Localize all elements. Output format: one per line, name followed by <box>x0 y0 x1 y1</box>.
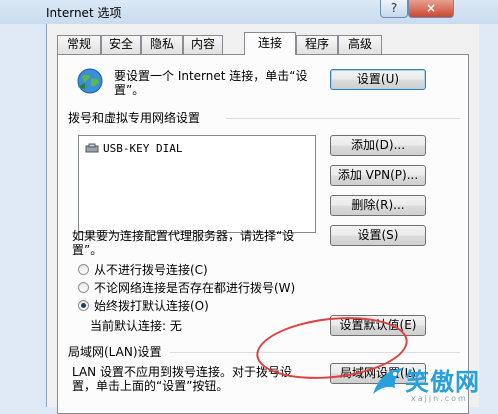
tab-security[interactable]: 安全 <box>101 35 141 54</box>
watermark-url: xajjn.com <box>411 394 468 403</box>
tab-privacy[interactable]: 隐私 <box>141 35 183 54</box>
list-item[interactable]: USB-KEY DIAL <box>85 142 182 156</box>
add-button[interactable]: 添加(D)... <box>330 135 426 156</box>
setup-button[interactable]: 设置(U) <box>330 69 426 90</box>
globe-icon <box>77 68 103 94</box>
tab-content[interactable]: 内容 <box>183 35 223 54</box>
window-title: Internet 选项 <box>46 6 122 20</box>
add-vpn-button[interactable]: 添加 VPN(P)... <box>330 165 426 186</box>
proxy-text-line2: 置”。 <box>72 243 103 257</box>
dialup-connection-icon <box>85 143 99 153</box>
tab-connections[interactable]: 连接 <box>244 32 296 55</box>
close-icon: × <box>425 1 437 15</box>
lan-group-label: 局域网(LAN)设置 <box>68 345 162 359</box>
list-item-label: USB-KEY DIAL <box>103 142 183 155</box>
current-default-text: 当前默认连接: 无 <box>90 319 182 333</box>
radio-dial-whenever-label[interactable]: 不论网络连接是否存在都进行拨号(W) <box>94 281 295 295</box>
close-button[interactable]: × <box>408 0 454 18</box>
radio-dial-whenever[interactable] <box>78 282 89 293</box>
radio-always-dial[interactable] <box>78 300 89 311</box>
radio-always-dial-label[interactable]: 始终拨打默认连接(O) <box>94 299 209 313</box>
title-bar: Internet 选项 ? × <box>0 0 498 24</box>
help-button[interactable]: ? <box>380 0 408 18</box>
group-divider <box>226 118 460 119</box>
settings-button[interactable]: 设置(S) <box>330 225 426 246</box>
lan-text-line2: 置，单击上面的“设置”按钮。 <box>72 379 229 393</box>
lan-text-line1: LAN 设置不应用到拨号连接。对于拨号设 <box>72 365 292 379</box>
setup-text-line1: 要设置一个 Internet 连接，单击“设 <box>114 69 308 83</box>
help-icon: ? <box>390 1 398 15</box>
dialup-group-label: 拨号和虚拟专用网络设置 <box>68 111 201 125</box>
watermark: 笑傲网 xajjn.com <box>365 360 498 407</box>
radio-never-dial[interactable] <box>78 264 89 275</box>
remove-button[interactable]: 删除(R)... <box>330 195 426 216</box>
tab-programs[interactable]: 程序 <box>296 35 338 54</box>
tab-general[interactable]: 常规 <box>57 35 101 54</box>
watermark-bird-icon <box>373 368 403 394</box>
proxy-text-line1: 如果要为连接配置代理服务器，请选择“设 <box>72 229 295 243</box>
radio-never-dial-label[interactable]: 从不进行拨号连接(C) <box>94 263 208 277</box>
tab-advanced[interactable]: 高级 <box>338 35 382 54</box>
watermark-text: 笑傲网 <box>405 368 480 396</box>
setup-text-line2: 置”。 <box>114 83 145 97</box>
connection-list[interactable]: USB-KEY DIAL <box>78 135 316 233</box>
